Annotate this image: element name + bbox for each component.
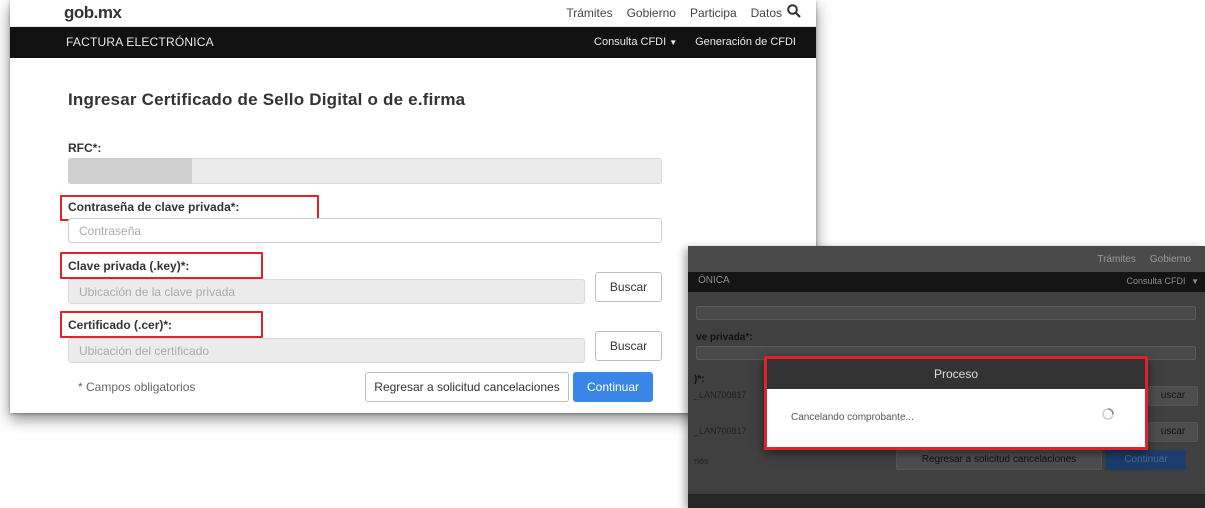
- password-input[interactable]: Contraseña: [68, 218, 662, 243]
- popup-key-label: )*:: [694, 374, 705, 385]
- key-browse-button[interactable]: Buscar: [595, 272, 662, 302]
- top-nav: Trámites Gobierno Participa Datos: [566, 6, 782, 20]
- nav-gobierno[interactable]: Gobierno: [627, 6, 676, 20]
- popup-cer-value: _LAN700817: [694, 426, 747, 436]
- back-to-cancellations-button[interactable]: Regresar a solicitud cancelaciones: [365, 372, 569, 402]
- search-icon[interactable]: [786, 3, 802, 19]
- processing-modal: Proceso Cancelando comprobante...: [764, 356, 1148, 450]
- nav-gobierno[interactable]: Gobierno: [1150, 254, 1191, 265]
- popup-continue-button[interactable]: Continuar: [1106, 450, 1186, 470]
- highlight-box: [60, 252, 263, 279]
- popup-required-note: rios: [694, 456, 709, 466]
- section-bar: FACTURA ELECTRÓNICA Consulta CFDI ▼ Gener…: [10, 27, 816, 58]
- modal-message: Cancelando comprobante...: [791, 412, 914, 423]
- popup-menu-consulta[interactable]: Consulta CFDI ▼: [1127, 276, 1199, 286]
- gobmx-logo[interactable]: gob.mx: [64, 3, 122, 23]
- loading-spinner-icon: [1102, 408, 1114, 420]
- popup-key-value: _LAN700817: [694, 390, 747, 400]
- section-title: FACTURA ELECTRÓNICA: [66, 35, 214, 49]
- popup-bottom-bar: [688, 494, 1205, 508]
- caret-down-icon: ▼: [1191, 277, 1199, 286]
- menu-consulta-cfdi[interactable]: Consulta CFDI ▼: [594, 36, 677, 48]
- nav-datos[interactable]: Datos: [751, 6, 782, 20]
- popup-top-nav: Trámites Gobierno: [1097, 254, 1191, 265]
- popup-back-button[interactable]: Regresar a solicitud cancelaciones: [896, 450, 1102, 470]
- popup-top-header: Trámites Gobierno: [688, 246, 1205, 272]
- popup-password-label: ve privada*:: [696, 332, 753, 343]
- cer-browse-button[interactable]: Buscar: [595, 331, 662, 361]
- nav-tramites[interactable]: Trámites: [1097, 254, 1136, 265]
- popup-cer-browse-button[interactable]: uscar: [1148, 422, 1198, 442]
- nav-participa[interactable]: Participa: [690, 6, 737, 20]
- rfc-label: RFC*:: [68, 141, 102, 155]
- popup-key-browse-button[interactable]: uscar: [1148, 386, 1198, 406]
- key-file-input[interactable]: Ubicación de la clave privada: [68, 279, 585, 304]
- modal-title: Proceso: [767, 359, 1145, 389]
- cer-file-input[interactable]: Ubicación del certificado: [68, 338, 585, 363]
- highlight-box: [60, 311, 263, 338]
- caret-down-icon: ▼: [669, 38, 678, 47]
- form-title: Ingresar Certificado de Sello Digital o …: [68, 90, 466, 109]
- rfc-redacted: [68, 158, 192, 184]
- continue-button[interactable]: Continuar: [573, 372, 653, 402]
- popup-section-bar: ÓNICA Consulta CFDI ▼: [688, 272, 1205, 292]
- popup-rfc-field: [696, 306, 1196, 320]
- menu-generacion-cfdi[interactable]: Generación de CFDI: [695, 36, 796, 48]
- nav-tramites[interactable]: Trámites: [566, 6, 612, 20]
- top-header: gob.mx Trámites Gobierno Participa Datos: [10, 0, 816, 27]
- popup-section-title: ÓNICA: [698, 275, 730, 286]
- required-note: * Campos obligatorios: [78, 380, 196, 394]
- section-menu: Consulta CFDI ▼ Generación de CFDI: [594, 36, 796, 48]
